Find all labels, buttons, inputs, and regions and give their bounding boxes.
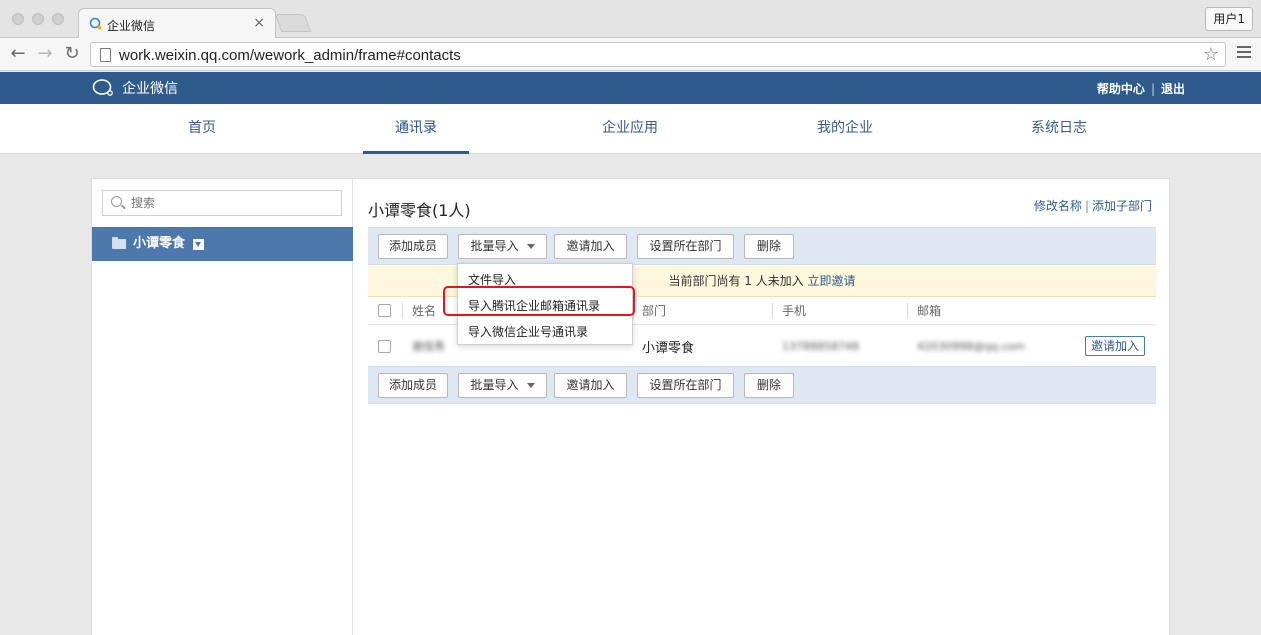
url-text[interactable]: work.weixin.qq.com/wework_admin/frame#co…: [119, 47, 461, 64]
forward-icon[interactable]: →: [35, 44, 55, 64]
nav-apps[interactable]: 企业应用: [577, 104, 683, 154]
dropdown-caret-icon[interactable]: [193, 238, 205, 250]
search-field[interactable]: [102, 190, 342, 216]
invite-button[interactable]: 邀请加入: [554, 373, 627, 398]
nav-home[interactable]: 首页: [149, 104, 255, 154]
chevron-down-icon: [526, 244, 535, 249]
help-center-link[interactable]: 帮助中心: [1097, 82, 1145, 96]
row-checkbox[interactable]: [378, 326, 391, 366]
browser-menu-icon[interactable]: [1237, 46, 1251, 62]
search-icon: [111, 196, 122, 207]
department-sidebar: 小谭零食: [92, 179, 353, 635]
add-subdepartment-link[interactable]: 添加子部门: [1092, 199, 1152, 213]
header-email: 邮箱: [917, 304, 942, 318]
department-title: 小谭零食(1人): [368, 201, 471, 220]
batch-import-label: 批量导入: [470, 378, 519, 392]
browser-toolbar: ← → ↻ work.weixin.qq.com/wework_admin/fr…: [0, 38, 1261, 71]
department-item[interactable]: 小谭零食: [92, 227, 353, 261]
batch-import-button[interactable]: 批量导入: [458, 373, 547, 398]
action-bar-bottom: 添加成员 批量导入 邀请加入 设置所在部门 删除: [368, 366, 1156, 404]
brand-name: 企业微信: [122, 81, 178, 97]
main-nav: 首页 通讯录 企业应用 我的企业 系统日志: [0, 104, 1261, 154]
invite-button[interactable]: 邀请加入: [554, 234, 627, 259]
address-bar[interactable]: work.weixin.qq.com/wework_admin/frame#co…: [90, 42, 1226, 67]
action-bar-top: 添加成员 批量导入 邀请加入 设置所在部门 删除: [368, 227, 1156, 265]
highlight-box: [443, 286, 635, 316]
reload-icon[interactable]: ↻: [62, 44, 82, 64]
invite-now-link[interactable]: 立即邀请: [808, 274, 856, 288]
rename-link[interactable]: 修改名称: [1034, 199, 1082, 213]
app-header: 企业微信 帮助中心 | 退出: [0, 72, 1261, 104]
delete-button[interactable]: 删除: [744, 373, 794, 398]
member-phone: 13788858748: [782, 339, 859, 353]
brand-logo[interactable]: 企业微信: [92, 78, 178, 98]
chevron-down-icon: [526, 383, 535, 388]
contacts-panel: 小谭零食 小谭零食(1人) 修改名称|添加子部门 添加成员 批量导入 邀请加入 …: [91, 178, 1170, 635]
add-member-button[interactable]: 添加成员: [378, 234, 448, 259]
folder-icon: [112, 237, 126, 249]
member-name: 谢佳秀: [412, 340, 445, 353]
department-name: 小谭零食: [133, 236, 186, 251]
tab-close-icon[interactable]: ×: [253, 15, 265, 31]
minimize-window-button[interactable]: [32, 13, 44, 25]
profile-button[interactable]: 用户1: [1205, 7, 1253, 31]
page-icon: [100, 48, 111, 62]
set-department-button[interactable]: 设置所在部门: [637, 373, 734, 398]
notice-text: 当前部门尚有 1 人未加入: [668, 274, 804, 288]
set-department-button[interactable]: 设置所在部门: [637, 234, 734, 259]
nav-system-log[interactable]: 系统日志: [1006, 104, 1112, 154]
wechat-work-logo-icon: [92, 79, 113, 96]
nav-my-enterprise[interactable]: 我的企业: [792, 104, 898, 154]
bookmark-star-icon[interactable]: ☆: [1203, 44, 1219, 65]
search-input[interactable]: [131, 194, 331, 212]
header-phone: 手机: [782, 304, 807, 318]
maximize-window-button[interactable]: [52, 13, 64, 25]
department-links: 修改名称 | 添加子部门: [1033, 199, 1152, 213]
close-window-button[interactable]: [12, 13, 24, 25]
tab-title: 企业微信: [107, 19, 156, 33]
header-department: 部门: [642, 304, 667, 318]
member-email: 42030998@qq.com: [917, 339, 1025, 353]
back-icon[interactable]: ←: [8, 44, 28, 64]
header-name: 姓名: [412, 304, 437, 318]
nav-contacts[interactable]: 通讯录: [363, 104, 469, 154]
header-links: 帮助中心 | 退出: [1096, 82, 1185, 96]
batch-import-label: 批量导入: [470, 239, 519, 253]
browser-tab[interactable]: 企业微信 ×: [78, 8, 276, 38]
browser-tabstrip: 企业微信 × 用户1: [0, 0, 1261, 38]
menu-item-import-wechat-enterprise[interactable]: 导入微信企业号通讯录: [468, 323, 588, 340]
wechat-work-icon: [89, 17, 102, 30]
invite-member-button[interactable]: 邀请加入: [1084, 336, 1145, 356]
add-member-button[interactable]: 添加成员: [378, 373, 448, 398]
new-tab-button[interactable]: [274, 14, 312, 32]
select-all-checkbox[interactable]: [378, 297, 391, 324]
logout-link[interactable]: 退出: [1161, 82, 1185, 96]
member-department: 小谭零食: [642, 340, 695, 356]
batch-import-button[interactable]: 批量导入: [458, 234, 547, 259]
department-detail: 小谭零食(1人) 修改名称 | 添加子部门 添加成员 批量导入 邀请加入 设置所在部…: [368, 179, 1156, 635]
delete-button[interactable]: 删除: [744, 234, 794, 259]
